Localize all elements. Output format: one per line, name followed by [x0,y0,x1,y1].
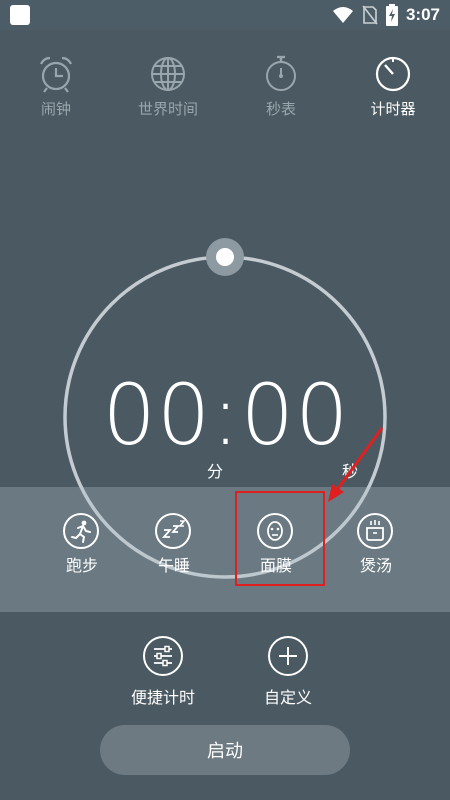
highlight-box [235,491,325,586]
dial-handle[interactable] [216,248,234,266]
start-button[interactable]: 启动 [100,725,350,775]
sleep-zzz-icon [155,513,191,549]
running-icon [63,513,99,549]
annotation-arrow-icon [328,427,384,502]
soup-pot-icon [357,513,393,549]
quick-timer-label: 便捷计时 [130,688,195,707]
preset-soup-label: 煲汤 [359,556,392,575]
sliders-icon [143,636,183,676]
timer-display: 00:00 [102,366,350,464]
plus-icon [268,636,308,676]
preset-nap-label: 午睡 [157,556,190,575]
quick-timer-button[interactable]: 便捷计时 [113,636,213,707]
preset-running-label: 跑步 [65,556,98,575]
custom-timer-label: 自定义 [263,688,312,707]
minutes-unit-label: 分 [207,462,224,481]
custom-timer-button[interactable]: 自定义 [238,636,338,707]
preset-nap[interactable]: 午睡 [129,487,219,612]
preset-running[interactable]: 跑步 [37,487,127,612]
